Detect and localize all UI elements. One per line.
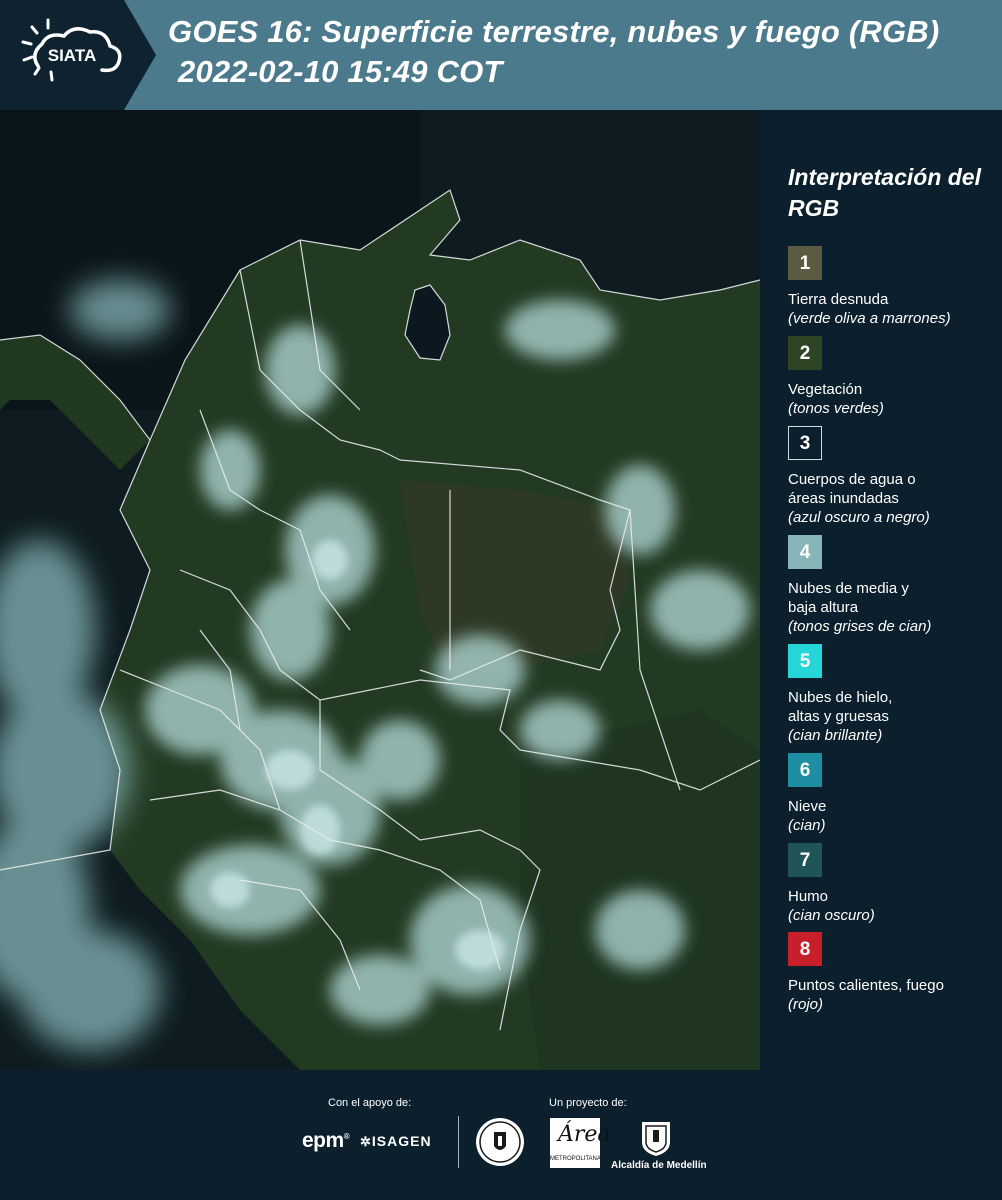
- footer: Con el apoyo de: Un proyecto de: epm® ✲I…: [0, 1070, 1002, 1200]
- amva-mark: Área: [558, 1122, 611, 1147]
- legend-item-name: Cuerpos de agua o áreas inundadas: [788, 471, 916, 507]
- footer-divider: [458, 1116, 459, 1168]
- legend-item-name: Humo: [788, 888, 829, 905]
- legend-item-7: 7 Humo (cian oscuro): [788, 843, 998, 925]
- legend-item-3: 3 Cuerpos de agua o áreas inundadas (azu…: [788, 426, 998, 527]
- epm-logo-text: epm: [302, 1129, 344, 1152]
- legend-item-name: Nieve: [788, 798, 827, 815]
- header-bar: SIATA GOES 16: Superficie terrestre, nub…: [0, 0, 1002, 110]
- satellite-map: [0, 110, 760, 1070]
- legend-item-name: Puntos calientes, fuego: [788, 977, 944, 994]
- legend-item-6: 6 Nieve (cian): [788, 753, 998, 835]
- legend-swatch: 4: [788, 535, 822, 569]
- legend-item-desc: (cian brillante): [788, 727, 883, 744]
- university-seal-icon: [476, 1118, 524, 1166]
- legend-item-2: 2 Vegetación (tonos verdes): [788, 336, 998, 418]
- epm-logo: epm®: [302, 1129, 350, 1152]
- isagen-logo-text: ISAGEN: [371, 1133, 432, 1149]
- legend-swatch: 2: [788, 336, 822, 370]
- medellin-name: Alcaldía de Medellín: [611, 1160, 707, 1171]
- legend-swatch: 6: [788, 753, 822, 787]
- isagen-star-icon: ✲: [360, 1134, 372, 1149]
- logo-block: SIATA: [0, 0, 156, 110]
- legend-item-desc: (tonos grises de cian): [788, 618, 932, 635]
- medellin-shield-icon: [642, 1122, 670, 1156]
- legend-title: Interpretación del RGB: [788, 164, 981, 221]
- legend-swatch: 1: [788, 246, 822, 280]
- amva-logo: Área METROPOLITANA: [550, 1118, 611, 1168]
- legend-item-4: 4 Nubes de media y baja altura (tonos gr…: [788, 535, 998, 636]
- legend-item-name: Tierra desnuda: [788, 291, 889, 308]
- siata-logo-icon: SIATA: [21, 18, 122, 82]
- legend-item-8: 8 Puntos calientes, fuego (rojo): [788, 932, 998, 1014]
- legend-item-desc: (azul oscuro a negro): [788, 509, 930, 526]
- legend-item-name: Vegetación: [788, 381, 863, 398]
- amva-name: METROPOLITANA: [550, 1156, 601, 1162]
- logo-text: SIATA: [48, 46, 96, 65]
- satellite-image-icon: [0, 110, 760, 1070]
- legend-item-5: 5 Nubes de hielo, altas y gruesas (cian …: [788, 644, 998, 745]
- legend-item-1: 1 Tierra desnuda (verde oliva a marrones…: [788, 246, 998, 328]
- legend-item-desc: (cian): [788, 817, 826, 834]
- project-label: Un proyecto de:: [549, 1097, 627, 1109]
- timestamp: 2022-02-10 15:49 COT: [178, 54, 503, 89]
- legend-item-desc: (cian oscuro): [788, 907, 875, 924]
- legend-item-desc: (verde oliva a marrones): [788, 310, 951, 327]
- legend-item-name: Nubes de media y baja altura: [788, 580, 909, 616]
- legend-item-desc: (tonos verdes): [788, 400, 884, 417]
- legend-swatch: 8: [788, 932, 822, 966]
- legend-panel: Interpretación del RGB 1 Tierra desnuda …: [760, 110, 1002, 1070]
- legend-item-desc: (rojo): [788, 996, 824, 1013]
- legend-swatch: 3: [788, 426, 822, 460]
- legend-swatch: 7: [788, 843, 822, 877]
- legend-item-name: Nubes de hielo, altas y gruesas: [788, 689, 893, 725]
- support-label: Con el apoyo de:: [328, 1097, 412, 1109]
- page-title: GOES 16: Superficie terrestre, nubes y f…: [168, 14, 940, 49]
- legend-swatch: 5: [788, 644, 822, 678]
- isagen-logo: ✲ISAGEN: [360, 1133, 432, 1150]
